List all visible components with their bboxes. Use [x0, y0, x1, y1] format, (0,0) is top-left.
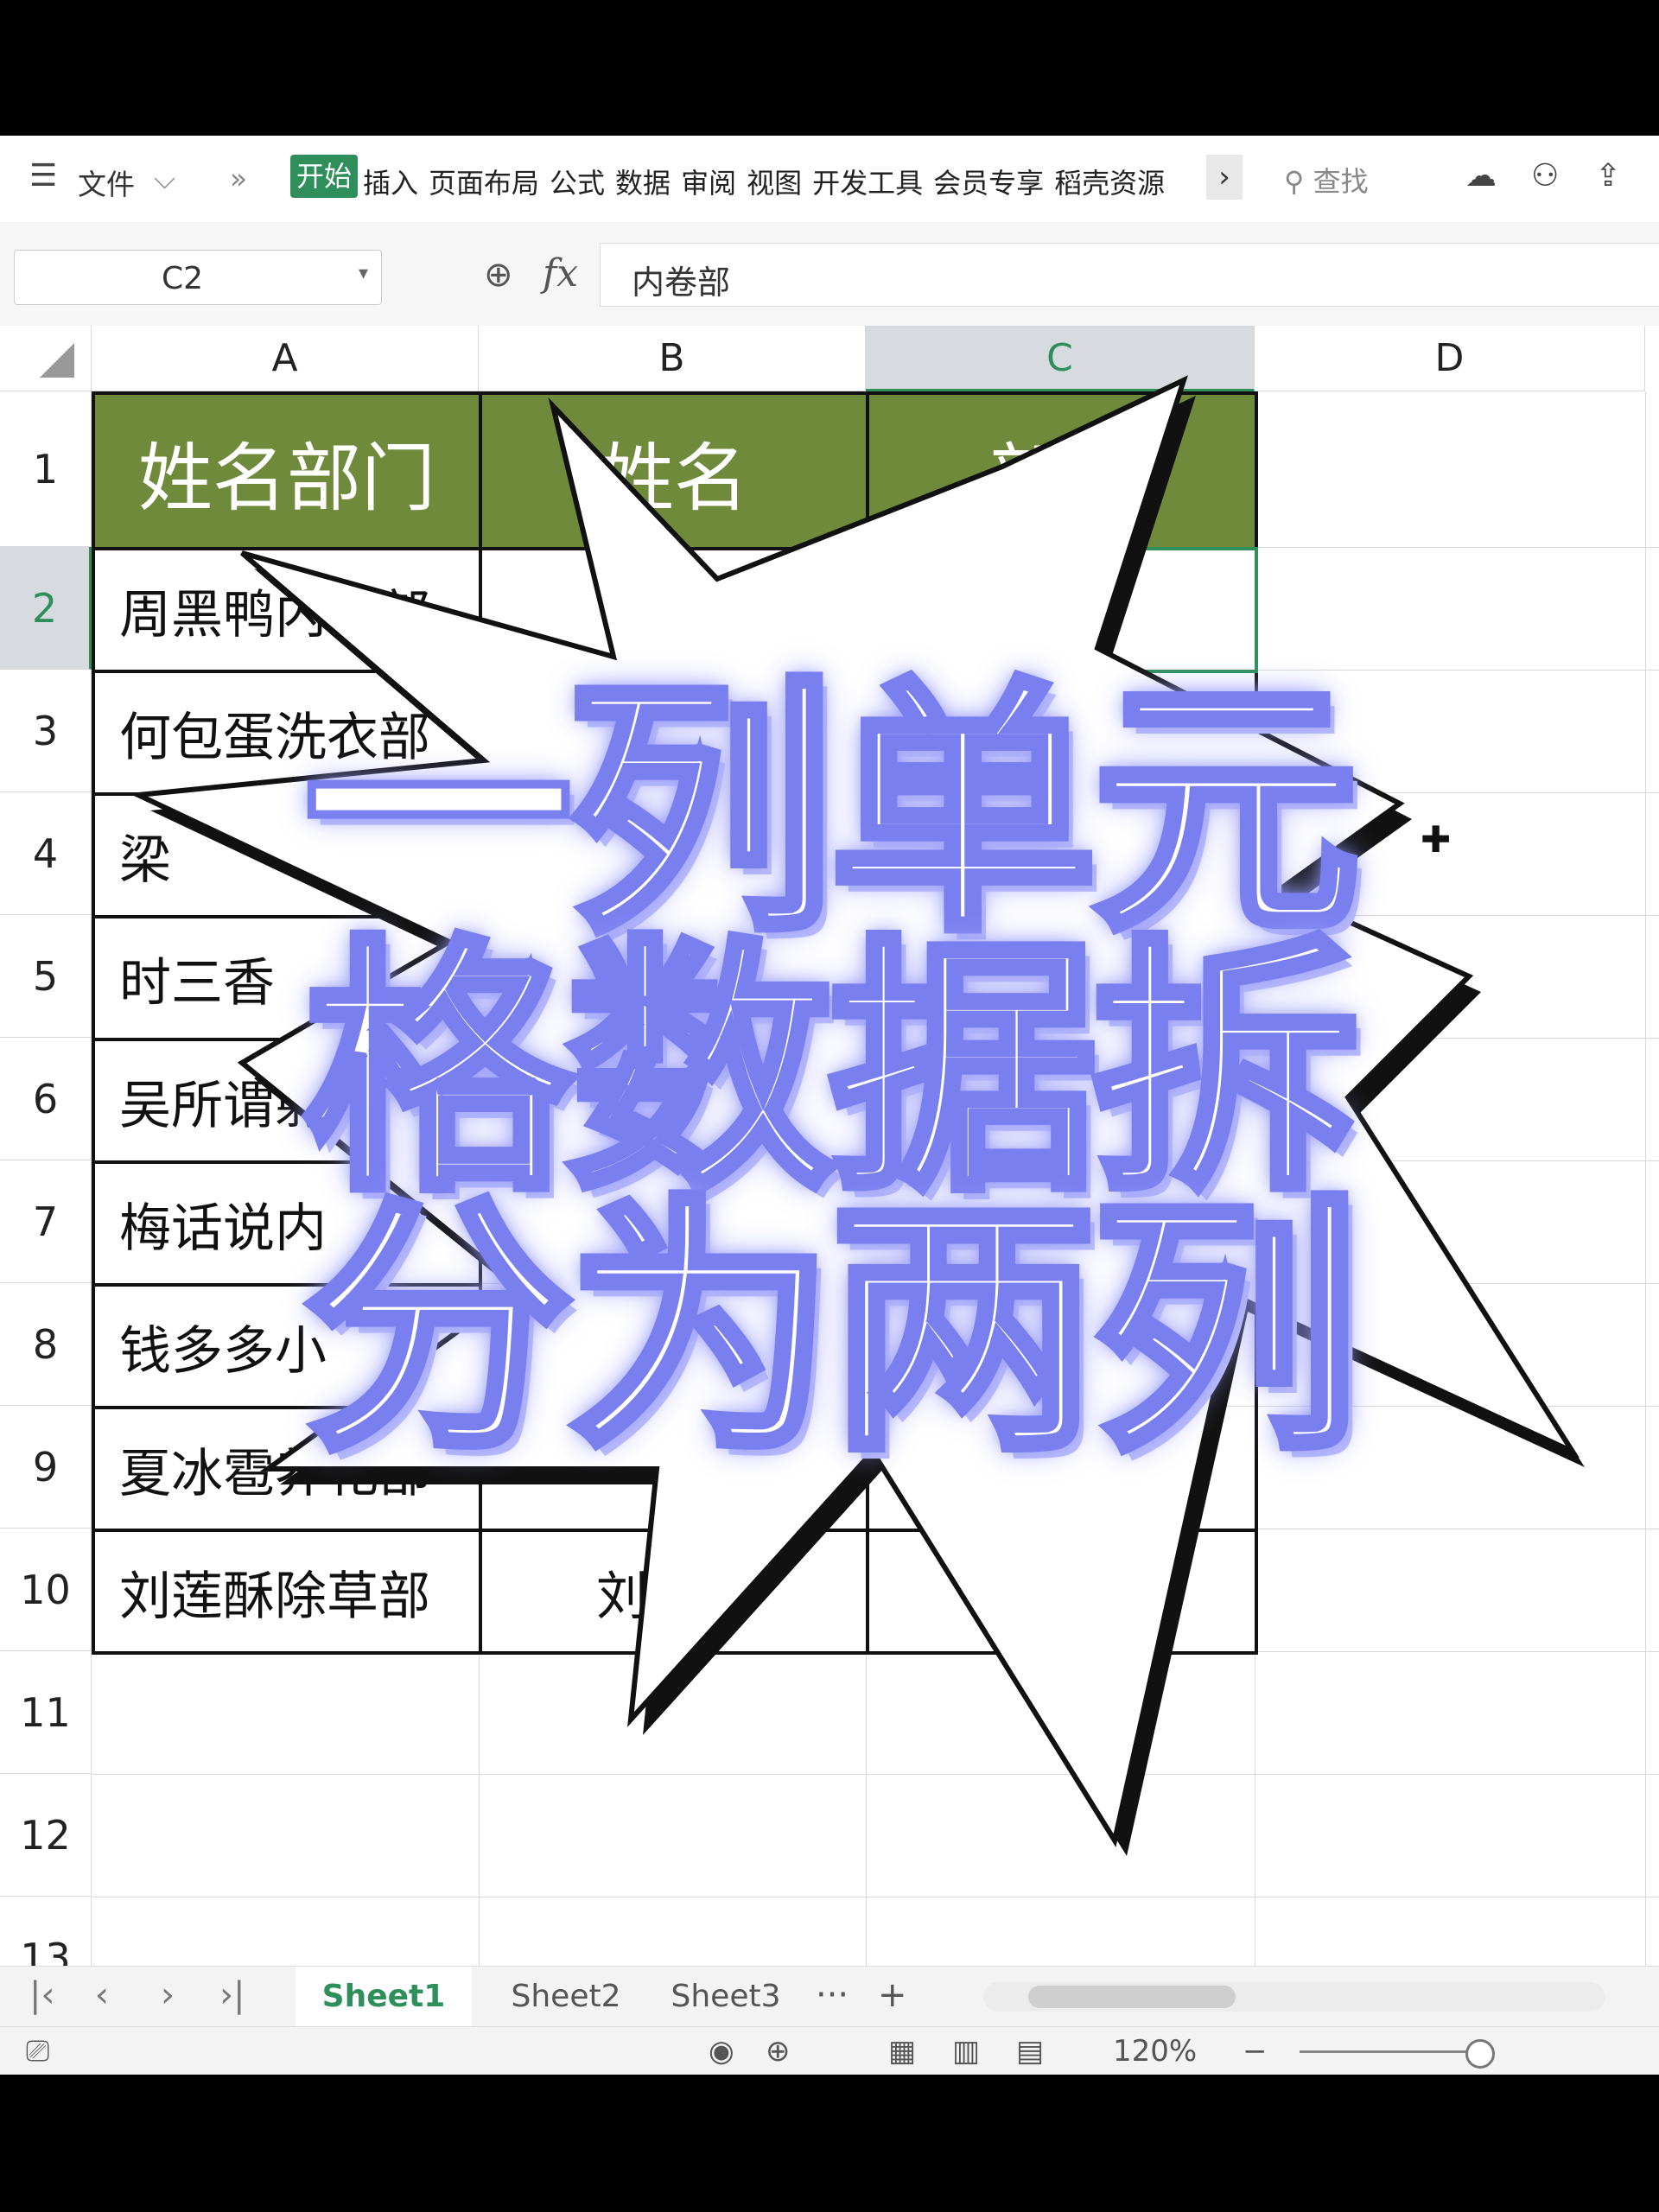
last-sheet-icon[interactable]: ›| [219, 1975, 245, 2015]
zoom-level[interactable]: 120% [1113, 2034, 1197, 2069]
macro-icon[interactable]: ⎚ [26, 2034, 49, 2069]
row-header-12[interactable]: 12 [0, 1774, 92, 1897]
sheet-tab-2[interactable]: Sheet2 [484, 1967, 648, 2027]
status-bar: ⎚ ◉ ⊕ ▦ ▥ ▤ 120% − [0, 2026, 1659, 2075]
tab-developer[interactable]: 开发工具 [812, 167, 923, 200]
tab-start[interactable]: 开始 [290, 155, 358, 198]
zoom-formula-icon[interactable]: ⊕ [484, 255, 513, 295]
row-header-11[interactable]: 11 [0, 1651, 92, 1774]
row-header-3[interactable]: 3 [0, 670, 92, 792]
spreadsheet-app: ☰ 文件 ⌵ » 开始 插入 页面布局 公式 数据 审阅 视图 开发工具 会员专享 稻壳资源 ›… [0, 136, 1659, 2075]
cell-a1[interactable]: 姓名部门 [92, 391, 482, 550]
search-button[interactable]: ⚲ 查找 [1284, 160, 1369, 200]
cell-a3[interactable]: 何包蛋洗衣部 [92, 670, 482, 796]
prev-sheet-icon[interactable]: ‹ [95, 1975, 109, 2015]
cell-c1[interactable]: 部门 [866, 391, 1258, 550]
tab-member[interactable]: 会员专享 [933, 167, 1044, 200]
file-menu[interactable]: 文件 [78, 162, 135, 203]
row-header-6[interactable]: 6 [0, 1038, 92, 1160]
range-c2-c10[interactable] [866, 547, 1258, 1655]
function-icon[interactable]: fx [543, 251, 578, 296]
tab-data[interactable]: 数据 [615, 167, 671, 200]
active-cell-c2[interactable] [866, 547, 1258, 673]
next-sheet-icon[interactable]: › [161, 1975, 175, 2015]
export-icon[interactable]: ⇪ [1595, 158, 1621, 194]
tab-review[interactable]: 审阅 [681, 167, 736, 200]
row-header-9[interactable]: 9 [0, 1406, 92, 1529]
row-header-1[interactable]: 1 [0, 391, 92, 547]
tab-docer[interactable]: 稻壳资源 [1054, 167, 1165, 200]
cell-grid[interactable]: A B C D 1 2 3 4 5 6 7 8 9 10 11 12 13 姓名… [0, 326, 1659, 1966]
share-user-icon[interactable]: ⚇ [1531, 158, 1559, 194]
cell-cursor-icon: ✚ [1421, 818, 1452, 861]
select-all-corner[interactable] [0, 326, 92, 391]
first-sheet-icon[interactable]: |‹ [29, 1975, 54, 2015]
range-b2-b10[interactable] [479, 547, 869, 1655]
tab-formula[interactable]: 公式 [550, 167, 605, 200]
search-label: 查找 [1313, 165, 1369, 198]
cell-a5[interactable]: 时三香 [92, 915, 482, 1041]
zoom-slider[interactable] [1300, 2050, 1481, 2053]
cell-b1[interactable]: 姓名 [479, 391, 869, 550]
hamburger-menu-icon[interactable]: ☰ [29, 158, 57, 194]
cell-a2[interactable]: 周黑鸭内卷部 [92, 547, 482, 673]
horizontal-scrollbar[interactable] [983, 1982, 1605, 2012]
column-header-c[interactable]: C [866, 326, 1255, 391]
row-header-7[interactable]: 7 [0, 1160, 92, 1283]
cell-a7[interactable]: 梅话说内 [92, 1160, 482, 1287]
name-box-value: C2 [162, 261, 204, 296]
row-header-4[interactable]: 4 [0, 792, 92, 915]
name-box[interactable]: C2 ▾ [14, 250, 382, 305]
cell-a4[interactable]: 梁 [92, 792, 482, 918]
sheet-tab-3[interactable]: Sheet3 [648, 1967, 804, 2027]
double-chevron-icon[interactable]: » [230, 162, 247, 195]
dropdown-arrow-icon[interactable]: ▾ [359, 263, 368, 284]
cell-b10[interactable]: 刘莲酥 [479, 1529, 869, 1655]
cell-c10[interactable]: 除草部 [866, 1529, 1258, 1655]
search-icon: ⚲ [1284, 165, 1305, 198]
scrollbar-thumb[interactable] [1028, 1986, 1236, 2008]
zoom-out-icon[interactable]: − [1243, 2034, 1268, 2069]
cell-a10[interactable]: 刘莲酥除草部 [92, 1529, 482, 1655]
input-method-icon[interactable]: ⊕ [766, 2034, 791, 2069]
gridline [1645, 391, 1646, 1966]
sheet-tab-bar: |‹ ‹ › ›| Sheet1 Sheet2 Sheet3 ··· + [0, 1966, 1659, 2027]
column-header-d[interactable]: D [1255, 326, 1645, 391]
tab-page-layout[interactable]: 页面布局 [429, 167, 539, 200]
page-break-view-icon[interactable]: ▤ [1016, 2034, 1044, 2069]
cloud-sync-icon[interactable]: ☁ [1465, 158, 1497, 194]
row-header-5[interactable]: 5 [0, 915, 92, 1038]
page-layout-view-icon[interactable]: ▥ [952, 2034, 980, 2069]
formula-bar: C2 ▾ ⊕ fx 内卷部 [0, 222, 1659, 326]
cell-a8[interactable]: 钱多多小 [92, 1283, 482, 1409]
eye-protection-icon[interactable]: ◉ [709, 2034, 734, 2069]
tab-insert[interactable]: 插入 [363, 167, 418, 200]
column-header-a[interactable]: A [92, 326, 479, 391]
formula-value: 内卷部 [632, 264, 731, 302]
chevron-down-icon[interactable]: ⌵ [154, 162, 175, 196]
ribbon-menu-strip: 插入 页面布局 公式 数据 审阅 视图 开发工具 会员专享 稻壳资源 [363, 162, 1175, 201]
row-header-2[interactable]: 2 [0, 547, 92, 670]
column-header-b[interactable]: B [479, 326, 866, 391]
gridline [92, 1774, 1659, 1775]
sheet-tab-1[interactable]: Sheet1 [296, 1967, 472, 2027]
row-header-10[interactable]: 10 [0, 1529, 92, 1651]
cell-a6[interactable]: 吴所谓躬 [92, 1038, 482, 1164]
more-sheets-icon[interactable]: ··· [816, 1975, 849, 2015]
formula-input[interactable]: 内卷部 [600, 243, 1659, 307]
zoom-slider-knob[interactable] [1465, 2039, 1495, 2069]
tab-view[interactable]: 视图 [747, 167, 802, 200]
add-sheet-icon[interactable]: + [878, 1975, 907, 2015]
ribbon-toolbar: ☰ 文件 ⌵ » 开始 插入 页面布局 公式 数据 审阅 视图 开发工具 会员专享 稻壳资源 ›… [0, 136, 1659, 223]
row-header-13[interactable]: 13 [0, 1897, 92, 1966]
normal-view-icon[interactable]: ▦ [888, 2034, 916, 2069]
row-header-8[interactable]: 8 [0, 1283, 92, 1406]
corner-triangle-icon [40, 343, 74, 378]
more-tabs-button[interactable]: › [1206, 155, 1243, 200]
cell-a9[interactable]: 夏冰雹养花部 [92, 1406, 482, 1532]
